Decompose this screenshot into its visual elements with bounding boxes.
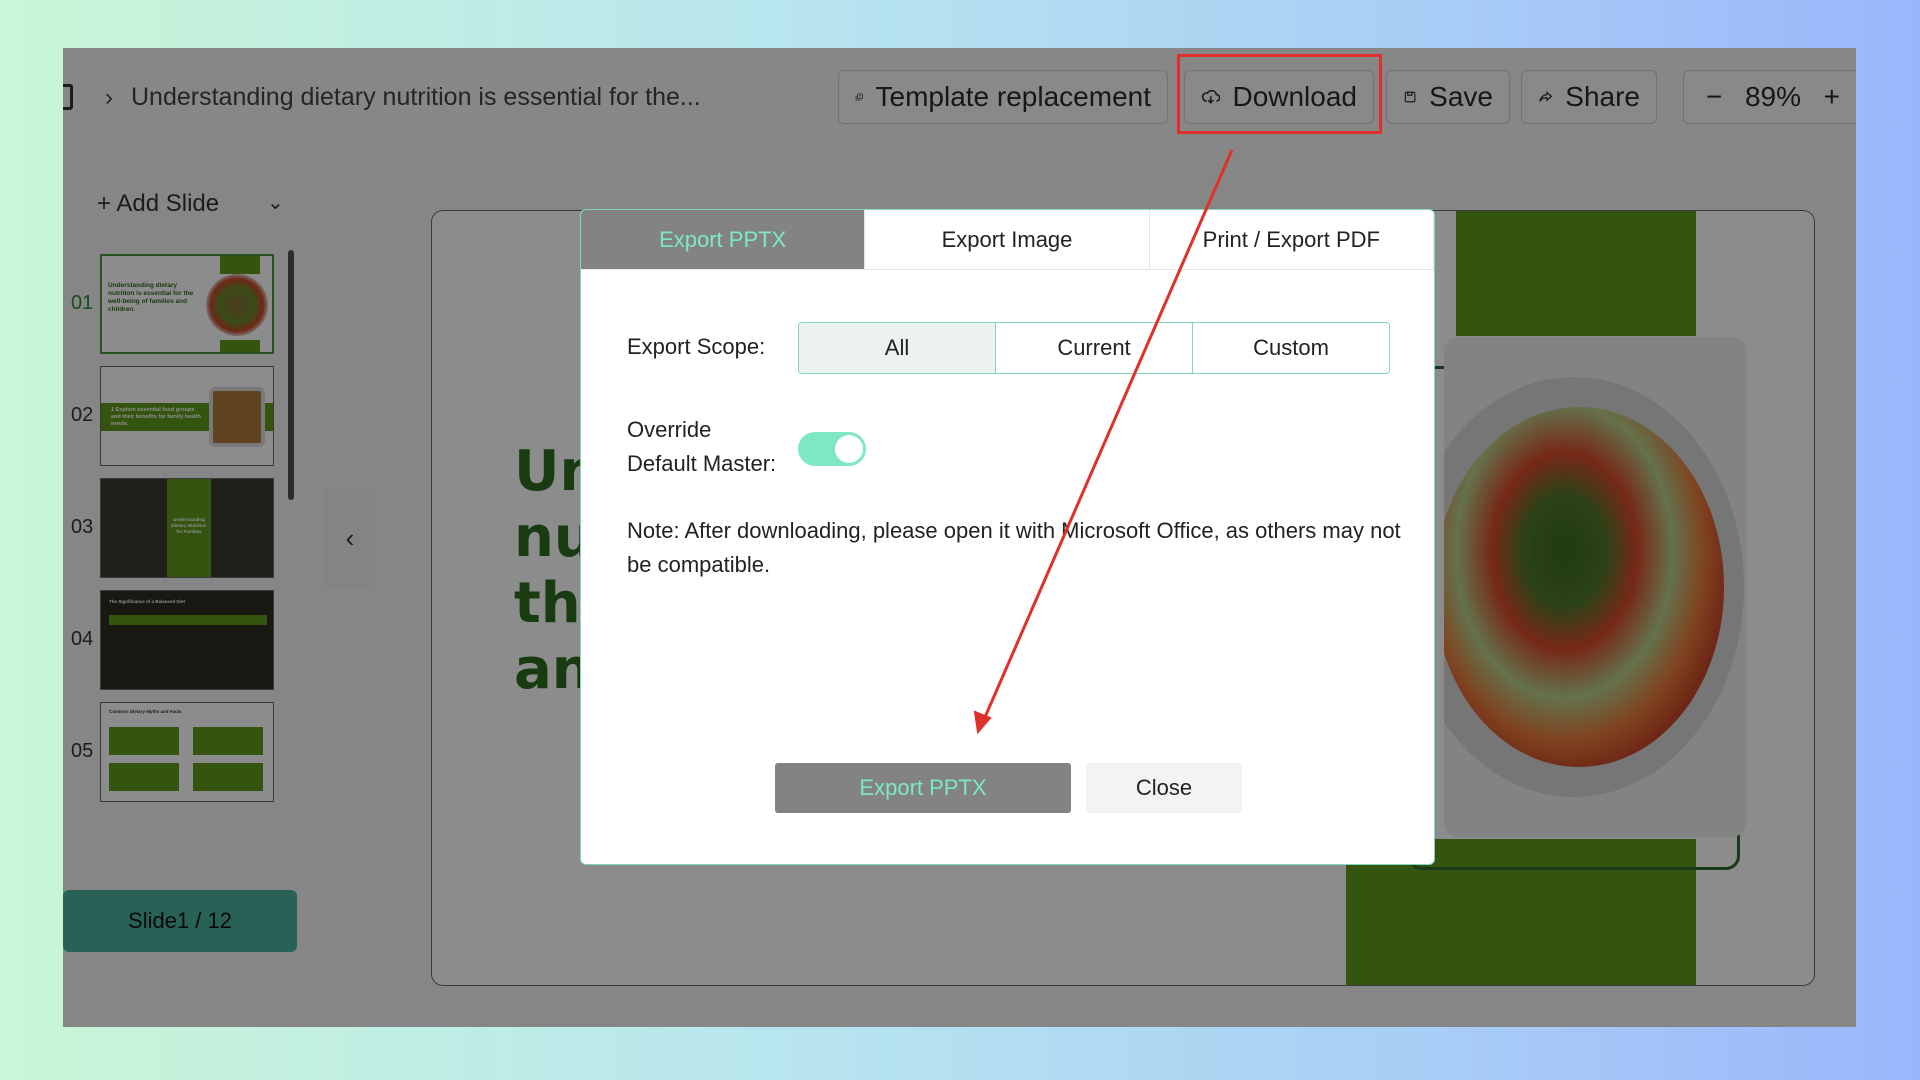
toggle-knob: [835, 435, 863, 463]
export-pptx-label: Export PPTX: [859, 775, 987, 800]
close-button[interactable]: Close: [1086, 763, 1242, 813]
override-master-toggle[interactable]: [798, 432, 866, 466]
scope-all-option[interactable]: All: [799, 323, 996, 373]
export-pptx-button[interactable]: Export PPTX: [775, 763, 1071, 813]
close-label: Close: [1135, 775, 1193, 800]
app-window: › Understanding dietary nutrition is ess…: [63, 48, 1856, 1027]
scope-current-option[interactable]: Current: [996, 323, 1193, 373]
scope-custom-option[interactable]: Custom: [1193, 323, 1389, 373]
override-master-label: Override Default Master:: [627, 413, 797, 481]
compatibility-note: Note: After downloading, please open it …: [627, 518, 1401, 577]
download-highlight-box: [1177, 54, 1382, 134]
tab-export-pptx[interactable]: Export PPTX: [581, 210, 866, 269]
tab-print-export-pdf[interactable]: Print / Export PDF: [1150, 210, 1434, 269]
export-dialog: Export PPTX Export Image Print / Export …: [580, 209, 1435, 865]
export-scope-label: Export Scope:: [627, 334, 766, 359]
export-tabs: Export PPTX Export Image Print / Export …: [581, 210, 1434, 270]
override-label-line: Default Master:: [627, 451, 777, 476]
export-scope-selector: All Current Custom: [798, 322, 1390, 374]
override-label-line: Override: [627, 417, 712, 442]
tab-export-image[interactable]: Export Image: [865, 210, 1150, 269]
